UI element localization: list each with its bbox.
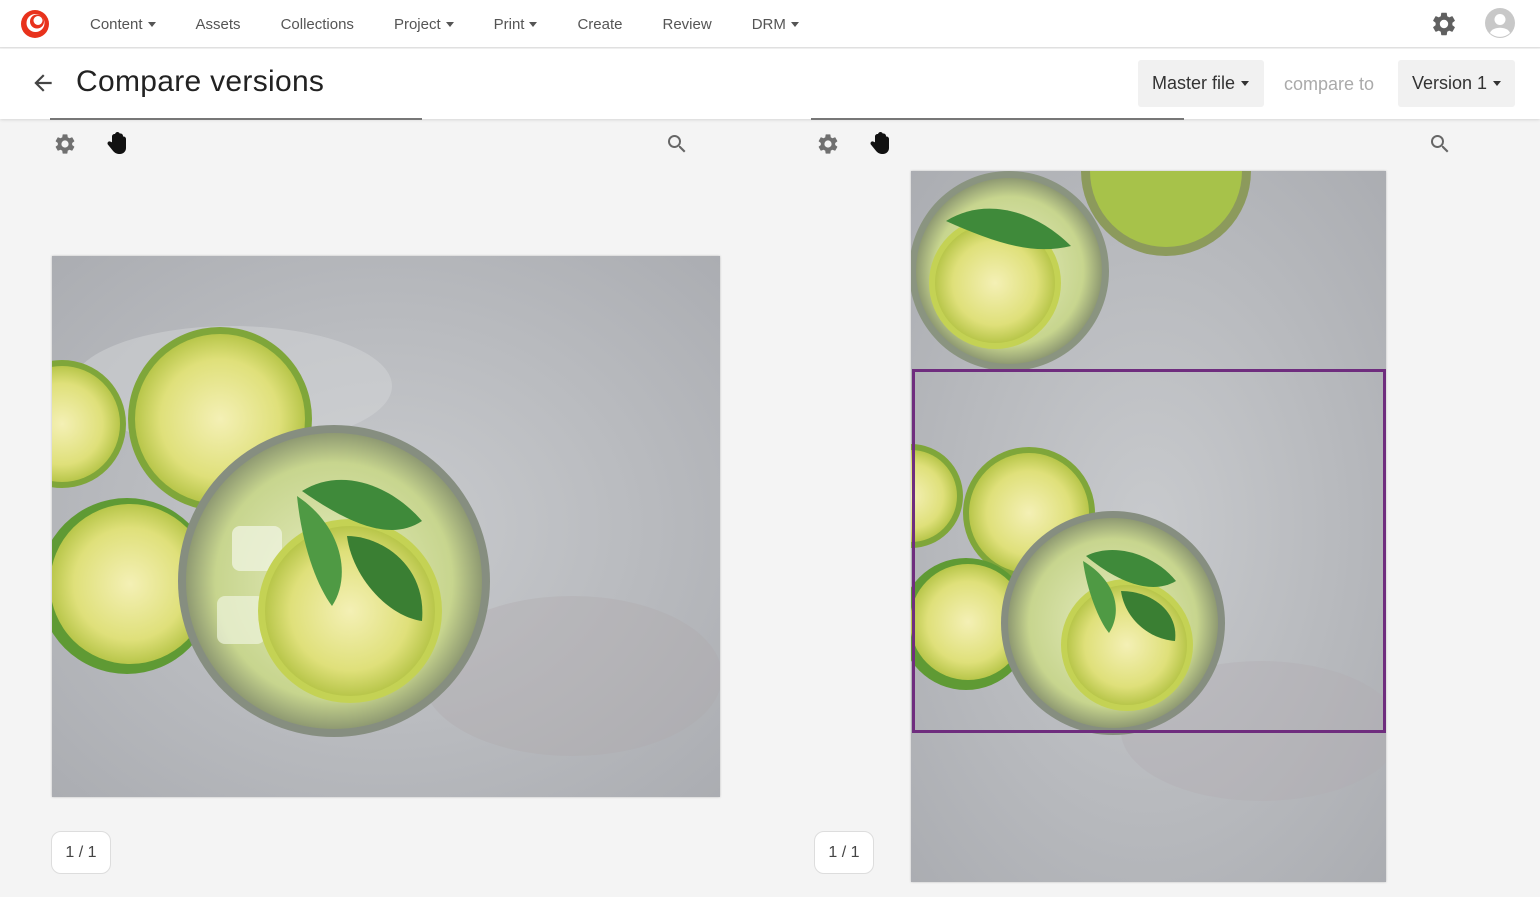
hand-icon[interactable] [105, 132, 129, 156]
master-file-image[interactable] [52, 256, 720, 797]
version-dropdown[interactable]: Version 1 [1398, 60, 1515, 107]
nav-label: DRM [751, 15, 786, 33]
master-file-label: Master file [1152, 73, 1236, 93]
nav-drm[interactable]: DRM [732, 16, 819, 33]
nav-content[interactable]: Content [70, 16, 176, 33]
main-menu: Content Assets Collections Project Print… [70, 0, 819, 48]
gear-icon[interactable] [53, 132, 77, 156]
nav-print[interactable]: Print [474, 16, 558, 33]
nav-label: Assets [195, 15, 241, 33]
nav-review[interactable]: Review [643, 16, 732, 33]
arrow-left-icon[interactable] [30, 70, 56, 96]
right-viewer-tab-indicator [811, 118, 1184, 120]
nav-label: Content [90, 15, 143, 33]
brand-logo-icon[interactable] [19, 8, 51, 40]
top-nav: Content Assets Collections Project Print… [0, 0, 1540, 48]
nav-label: Create [577, 15, 623, 33]
search-icon[interactable] [665, 132, 689, 156]
crop-highlight-box[interactable] [912, 369, 1386, 733]
caret-down-icon [1493, 81, 1502, 86]
caret-down-icon [529, 21, 538, 27]
nav-assets[interactable]: Assets [176, 16, 261, 33]
nav-label: Project [393, 15, 441, 33]
left-page-counter: 1 / 1 [51, 831, 111, 874]
nav-project[interactable]: Project [374, 16, 474, 33]
left-viewer-tab-indicator [50, 118, 422, 120]
gear-icon[interactable] [1430, 10, 1458, 38]
nav-label: Review [662, 15, 712, 33]
hand-icon[interactable] [868, 132, 892, 156]
nav-label: Print [493, 15, 525, 33]
version-label: Version 1 [1412, 73, 1488, 93]
right-page-counter: 1 / 1 [814, 831, 874, 874]
caret-down-icon [445, 21, 454, 27]
page-header: Compare versions Master file compare to … [0, 49, 1540, 119]
nav-collections[interactable]: Collections [261, 16, 374, 33]
caret-down-icon [790, 21, 799, 27]
caret-down-icon [1241, 81, 1250, 86]
gear-icon[interactable] [816, 132, 840, 156]
caret-down-icon [147, 21, 156, 27]
nav-create[interactable]: Create [557, 16, 642, 33]
page-title: Compare versions [76, 65, 325, 98]
search-icon[interactable] [1428, 132, 1452, 156]
master-file-dropdown[interactable]: Master file [1138, 60, 1264, 107]
nav-label: Collections [280, 15, 354, 33]
compare-to-label: compare to [1284, 74, 1375, 94]
user-avatar-icon[interactable] [1484, 7, 1516, 39]
